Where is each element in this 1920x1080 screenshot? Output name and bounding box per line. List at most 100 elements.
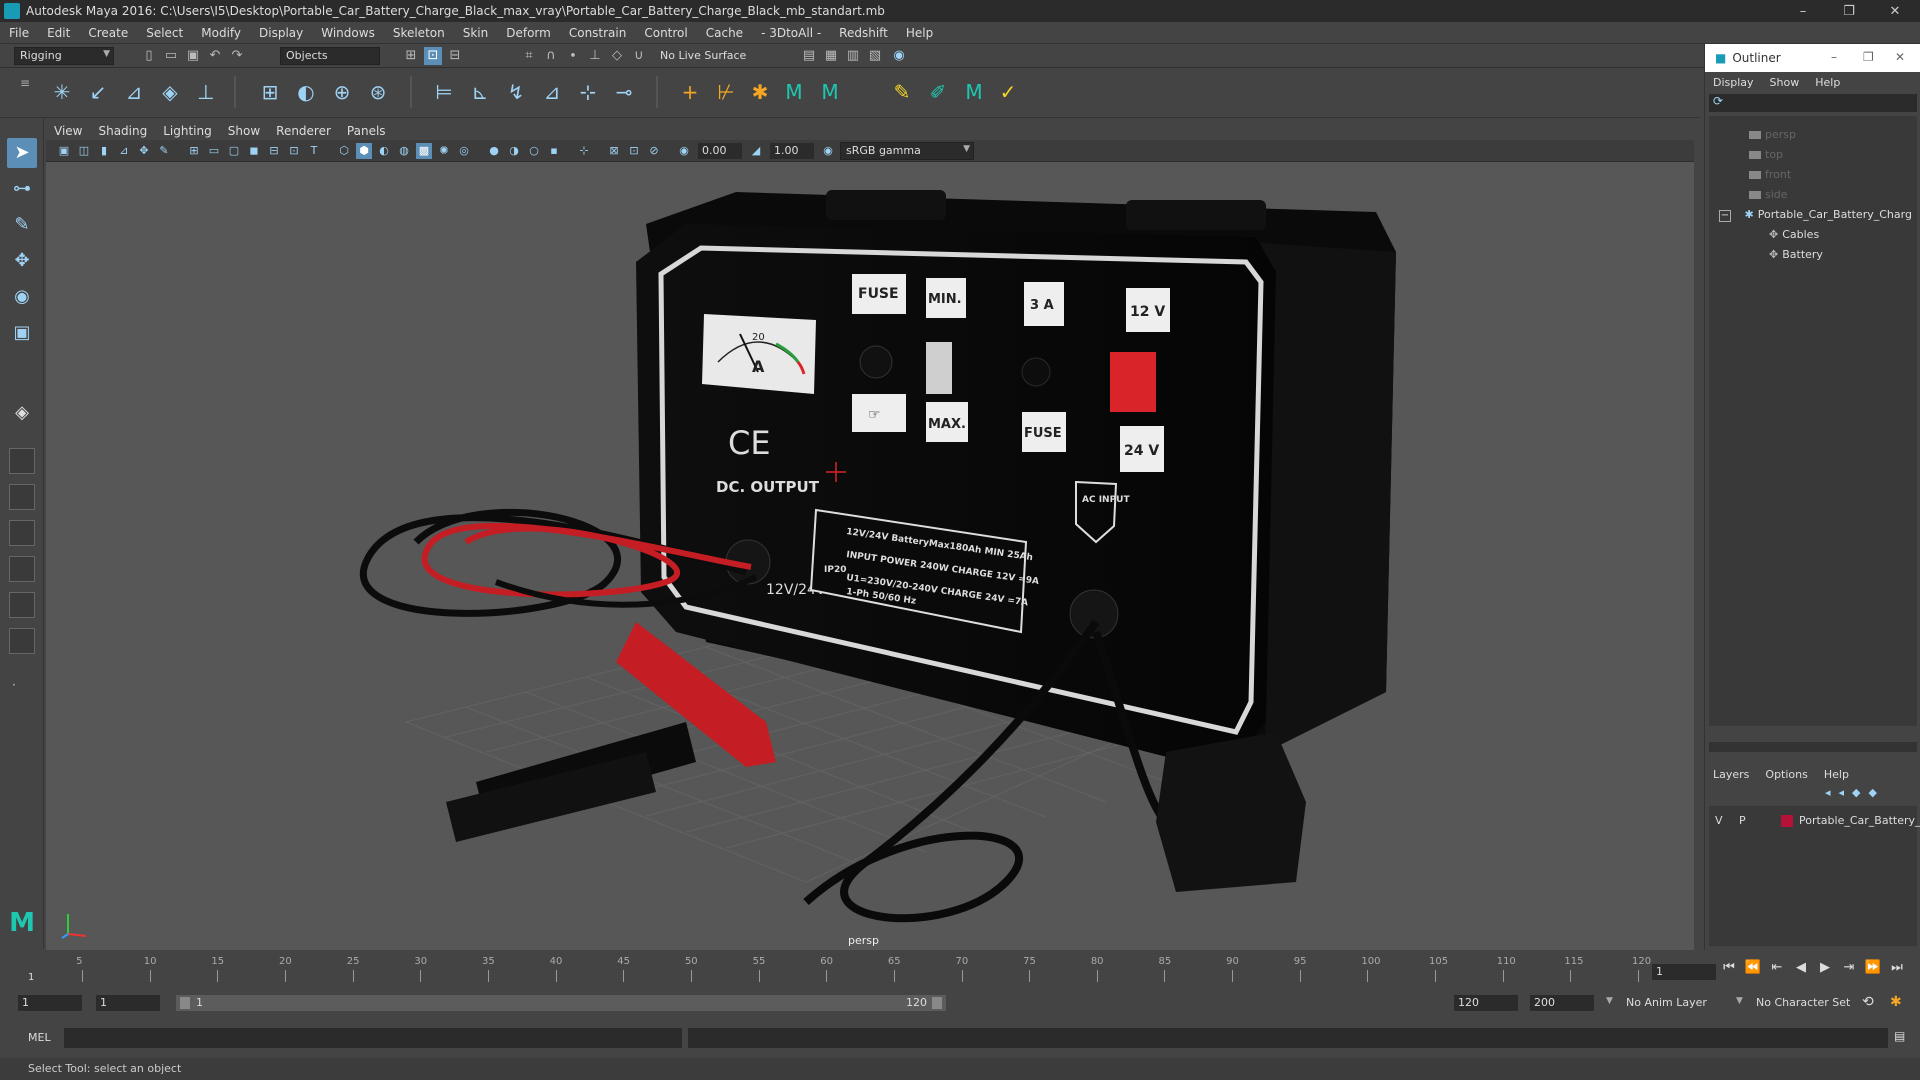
vp-menu-shading[interactable]: Shading — [90, 124, 155, 138]
menu-create[interactable]: Create — [79, 26, 137, 40]
insert-joint-icon[interactable]: ◈ — [156, 78, 184, 106]
backface-icon[interactable]: ⊘ — [646, 143, 662, 159]
selection-mask-dropdown[interactable]: Objects — [280, 47, 380, 65]
layer-playback-toggle[interactable]: P — [1739, 812, 1746, 830]
safe-action-icon[interactable]: ⊡ — [286, 143, 302, 159]
play-forward-button[interactable]: ▶ — [1816, 960, 1834, 975]
step-back-key-button[interactable]: ⇤ — [1768, 960, 1786, 975]
snap-view-icon[interactable]: ⊥ — [586, 47, 604, 65]
live-surface-label[interactable]: No Live Surface — [660, 49, 746, 62]
xray-icon[interactable]: ⊹ — [576, 143, 592, 159]
smooth-bind-icon[interactable]: ◐ — [292, 78, 320, 106]
outliner-minimize-button[interactable]: – — [1831, 50, 1837, 64]
joint-orient-icon[interactable]: ⊬ — [712, 78, 740, 106]
bookmark-icon[interactable]: ▮ — [96, 143, 112, 159]
layout-four-icon[interactable] — [9, 448, 35, 474]
menu-cache[interactable]: Cache — [697, 26, 752, 40]
menu-set-dropdown[interactable]: Rigging ▼ — [14, 47, 114, 65]
character-set-dropdown[interactable]: No Character Set — [1756, 996, 1850, 1009]
outliner-menu-help[interactable]: Help — [1807, 76, 1848, 89]
go-to-end-button[interactable]: ⏭ — [1888, 960, 1906, 975]
menu-file[interactable]: File — [0, 26, 38, 40]
outliner-close-button[interactable]: ✕ — [1895, 50, 1905, 64]
select-component-icon[interactable]: ⊟ — [446, 47, 464, 65]
isolate-select-icon[interactable]: ▪ — [546, 143, 562, 159]
play-backward-button[interactable]: ◀ — [1792, 960, 1810, 975]
cluster-icon[interactable]: ⊛ — [364, 78, 392, 106]
paint-select-tool-icon[interactable]: ✎ — [7, 210, 37, 240]
open-scene-icon[interactable]: ▭ — [162, 47, 180, 65]
menu-windows[interactable]: Windows — [312, 26, 384, 40]
gate-mask-icon[interactable]: ◼ — [246, 143, 262, 159]
menu-skin[interactable]: Skin — [454, 26, 498, 40]
view-transform-dropdown[interactable]: sRGB gamma ▼ — [840, 142, 974, 160]
layout-outliner-icon[interactable] — [9, 520, 35, 546]
check-icon[interactable]: ✓ — [994, 78, 1022, 106]
new-scene-icon[interactable]: ▯ — [140, 47, 158, 65]
maya-m2-icon[interactable]: M — [816, 78, 844, 106]
xray-active-icon[interactable]: ⊡ — [626, 143, 642, 159]
range-slider[interactable]: 1 120 — [176, 995, 946, 1011]
layout-two-icon[interactable] — [9, 484, 35, 510]
layers-menu-options[interactable]: Options — [1757, 768, 1815, 781]
paint-weights-icon[interactable]: ✎ — [888, 78, 916, 106]
smooth-shade-icon[interactable]: ⬢ — [356, 143, 372, 159]
maya-m-icon[interactable]: M — [780, 78, 808, 106]
minimize-button[interactable]: – — [1780, 0, 1826, 22]
screen-space-ao-icon[interactable]: ◎ — [456, 143, 472, 159]
vp-menu-lighting[interactable]: Lighting — [155, 124, 220, 138]
shelf-menu-icon[interactable]: ≡ — [20, 76, 30, 90]
joint-tool-icon[interactable]: ✳ — [48, 78, 76, 106]
menu-modify[interactable]: Modify — [192, 26, 250, 40]
playback-start-field[interactable]: 1 — [96, 995, 160, 1011]
vp-menu-panels[interactable]: Panels — [339, 124, 394, 138]
snap-curve-icon[interactable]: ∩ — [542, 47, 560, 65]
textured-icon[interactable]: ◍ — [396, 143, 412, 159]
maximize-button[interactable]: ❐ — [1826, 0, 1872, 22]
outliner-hscrollbar[interactable] — [1709, 742, 1917, 752]
tree-item-side[interactable]: side — [1709, 186, 1917, 204]
field-chart-icon[interactable]: ⊟ — [266, 143, 282, 159]
snap-point-icon[interactable]: ∙ — [564, 47, 582, 65]
step-back-frame-button[interactable]: ⏪ — [1744, 960, 1762, 975]
select-object-icon[interactable]: ⊡ — [424, 47, 442, 65]
layout-graph-icon[interactable] — [9, 556, 35, 582]
render-current-icon[interactable]: ▦ — [822, 47, 840, 65]
close-button[interactable]: ✕ — [1872, 0, 1918, 22]
auto-key-icon[interactable]: ⟲ — [1862, 994, 1874, 1010]
xray-joints-icon[interactable]: ⊠ — [606, 143, 622, 159]
render-settings-icon[interactable]: ▧ — [866, 47, 884, 65]
grease-pencil-icon[interactable]: ✎ — [156, 143, 172, 159]
sculpt-icon[interactable]: ✐ — [924, 78, 952, 106]
ipr-render-icon[interactable]: ▥ — [844, 47, 862, 65]
motion-blur-icon[interactable]: ● — [486, 143, 502, 159]
layer-tools-icons[interactable]: ◂◂◆◆ — [1825, 786, 1885, 799]
toolbox-more-icon[interactable]: · — [12, 678, 16, 692]
maya-m3-icon[interactable]: M — [960, 78, 988, 106]
layer-color-swatch[interactable] — [1781, 815, 1793, 827]
chevron-down-icon[interactable]: ▼ — [1736, 996, 1743, 1006]
menu-deform[interactable]: Deform — [497, 26, 560, 40]
playback-end-field[interactable]: 120 — [1454, 995, 1518, 1011]
menu-help[interactable]: Help — [897, 26, 942, 40]
tree-item-cables[interactable]: ✥ Cables — [1709, 226, 1917, 244]
step-forward-frame-button[interactable]: ⏩ — [1864, 960, 1882, 975]
menu-control[interactable]: Control — [635, 26, 696, 40]
aim-constraint-icon[interactable]: ⊾ — [466, 78, 494, 106]
anti-aliasing-icon[interactable]: ◑ — [506, 143, 522, 159]
pole-vector-icon[interactable]: ⊸ — [610, 78, 638, 106]
chevron-down-icon[interactable]: ▼ — [1606, 996, 1613, 1006]
menu-skeleton[interactable]: Skeleton — [384, 26, 454, 40]
tree-item-root[interactable]: − ✱ Portable_Car_Battery_Charg — [1709, 206, 1917, 224]
menu-redshift[interactable]: Redshift — [830, 26, 897, 40]
gamma-field[interactable]: 1.00 — [770, 143, 814, 159]
start-time-field[interactable]: 1 — [18, 995, 82, 1011]
scale-tool-icon[interactable]: ▣ — [7, 318, 37, 348]
tree-item-front[interactable]: front — [1709, 166, 1917, 184]
render-view-icon[interactable]: ▤ — [800, 47, 818, 65]
time-slider[interactable]: 5 10 15 20 25 30 35 40 45 50 55 60 65 70 75 80 85 90 95 100… — [0, 950, 1920, 990]
lattice-icon[interactable]: ⊕ — [328, 78, 356, 106]
undo-icon[interactable]: ↶ — [206, 47, 224, 65]
wireframe-on-shaded-icon[interactable]: ◐ — [376, 143, 392, 159]
collapse-toggle[interactable]: − — [1719, 210, 1731, 222]
